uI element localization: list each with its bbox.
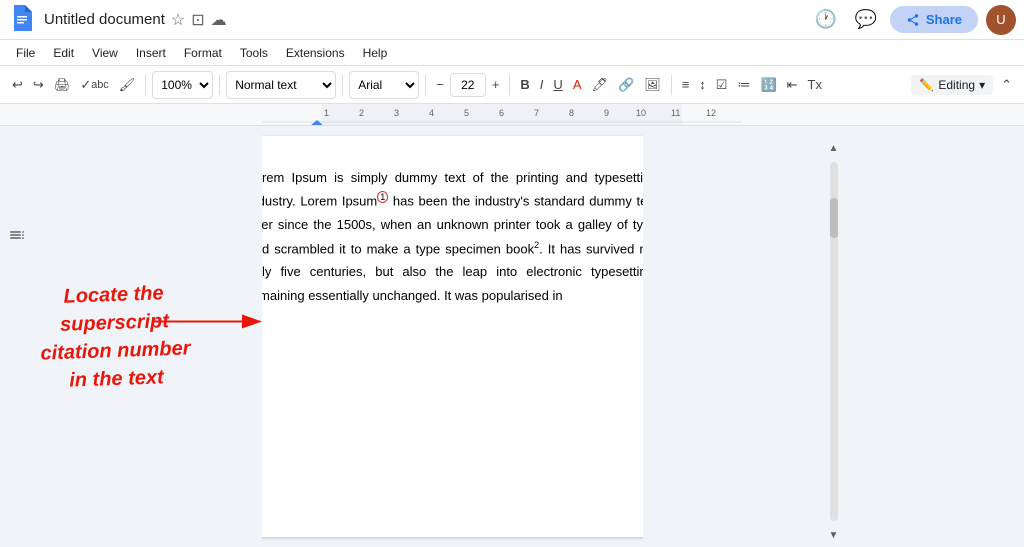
sep1 <box>145 75 146 95</box>
chat-button[interactable]: 💬 <box>850 4 882 36</box>
menu-help[interactable]: Help <box>355 44 396 62</box>
scrollbar-track[interactable] <box>830 162 838 521</box>
right-scroll-area: ▲ ▼ <box>643 126 1024 547</box>
text-color-button[interactable]: A <box>569 71 586 99</box>
citation-2: 2 <box>534 240 539 250</box>
sep5 <box>509 75 510 95</box>
docs-icon <box>8 3 36 36</box>
bold-button[interactable]: B <box>516 71 533 99</box>
link-button[interactable]: 🔗 <box>614 71 638 99</box>
italic-button[interactable]: I <box>536 71 548 99</box>
left-margin: Locate the superscript citation number i… <box>0 126 262 547</box>
undo-button[interactable]: ↩ <box>8 71 27 99</box>
svg-text:11: 11 <box>671 108 680 118</box>
svg-text:8: 8 <box>569 108 574 118</box>
share-button[interactable]: Share <box>890 6 978 33</box>
spellcheck-button[interactable]: ✓abc <box>76 71 112 99</box>
indent-decrease-button[interactable]: ⇤ <box>783 71 802 99</box>
menu-bar: File Edit View Insert Format Tools Exten… <box>0 40 1024 66</box>
font-size-display: 22 <box>450 73 486 97</box>
svg-text:5: 5 <box>464 108 469 118</box>
citation-1: 1 <box>377 191 388 203</box>
zoom-select[interactable]: 100% <box>152 71 213 99</box>
menu-insert[interactable]: Insert <box>128 44 174 62</box>
svg-text:2: 2 <box>359 108 364 118</box>
checklist-button[interactable]: ☑ <box>712 71 732 99</box>
svg-text:10: 10 <box>636 108 646 118</box>
paint-format-button[interactable]: 🖌 <box>115 71 140 99</box>
font-size-increase-button[interactable]: + <box>488 71 504 99</box>
style-select[interactable]: Normal text <box>226 71 336 99</box>
font-select[interactable]: Arial <box>349 71 419 99</box>
svg-text:6: 6 <box>499 108 504 118</box>
svg-text:9: 9 <box>604 108 609 118</box>
share-label: Share <box>926 12 962 27</box>
menu-format[interactable]: Format <box>176 44 230 62</box>
menu-tools[interactable]: Tools <box>232 44 276 62</box>
star-icon[interactable]: ☆ <box>171 10 185 30</box>
menu-view[interactable]: View <box>84 44 126 62</box>
pencil-icon: ✏️ <box>919 78 934 92</box>
user-avatar[interactable]: U <box>986 5 1016 35</box>
ruler: // rendered via inline marks below 1 2 3… <box>0 104 1024 126</box>
svg-text:3: 3 <box>394 108 399 118</box>
font-size-decrease-button[interactable]: − <box>432 71 448 99</box>
svg-text:4: 4 <box>429 108 434 118</box>
print-button[interactable]: 🖨 <box>50 71 75 99</box>
numbered-list-button[interactable]: 🔢 <box>756 71 780 99</box>
clear-format-button[interactable]: Tx <box>804 71 826 99</box>
document-text: Lorem Ipsum is simply dummy text of the … <box>262 166 643 307</box>
highlight-button[interactable]: 🖊 <box>587 71 612 99</box>
main-content: Locate the superscript citation number i… <box>0 126 1024 547</box>
sep6 <box>671 75 672 95</box>
editing-mode-selector[interactable]: ✏️ Editing ▾ <box>911 75 993 95</box>
menu-file[interactable]: File <box>8 44 43 62</box>
scroll-up-button[interactable]: ▲ <box>826 140 842 156</box>
doc-title[interactable]: Untitled document <box>44 11 165 28</box>
sep2 <box>219 75 220 95</box>
editing-mode-chevron: ▾ <box>979 78 985 92</box>
history-button[interactable]: 🕐 <box>810 4 842 36</box>
menu-extensions[interactable]: Extensions <box>278 44 353 62</box>
align-button[interactable]: ≡ <box>678 71 694 99</box>
header-right: 🕐 💬 Share U <box>810 4 1016 36</box>
ruler-svg: // rendered via inline marks below 1 2 3… <box>262 104 742 126</box>
toolbar: ↩ ↪ 🖨 ✓abc 🖌 100% Normal text Arial − 22… <box>0 66 1024 104</box>
sep4 <box>425 75 426 95</box>
document-page[interactable]: Lorem Ipsum is simply dummy text of the … <box>262 136 643 537</box>
save-status-icon[interactable]: ⊡ <box>191 10 204 30</box>
underline-button[interactable]: U <box>549 71 566 99</box>
scroll-down-button[interactable]: ▼ <box>826 527 842 543</box>
cloud-icon[interactable]: ☁ <box>211 10 227 30</box>
svg-text:12: 12 <box>706 108 716 118</box>
sep3 <box>342 75 343 95</box>
scrollbar-thumb[interactable] <box>830 198 838 238</box>
bullet-list-button[interactable]: ≔ <box>733 71 754 99</box>
menu-edit[interactable]: Edit <box>45 44 82 62</box>
line-spacing-button[interactable]: ↕ <box>695 71 710 99</box>
image-button[interactable]: 🖼 <box>640 71 665 99</box>
editing-mode-label: Editing <box>938 78 975 92</box>
collapse-toolbar-button[interactable]: ⌃ <box>997 71 1016 99</box>
annotation-line4: in the text <box>41 362 192 395</box>
outline-toggle[interactable] <box>8 226 26 249</box>
redo-button[interactable]: ↪ <box>29 71 48 99</box>
svg-text:1: 1 <box>324 108 329 118</box>
title-actions: ☆ ⊡ ☁ <box>171 10 227 30</box>
title-bar: Untitled document ☆ ⊡ ☁ 🕐 💬 Share U <box>0 0 1024 40</box>
svg-text:7: 7 <box>534 108 539 118</box>
annotation-arrow <box>152 306 272 336</box>
